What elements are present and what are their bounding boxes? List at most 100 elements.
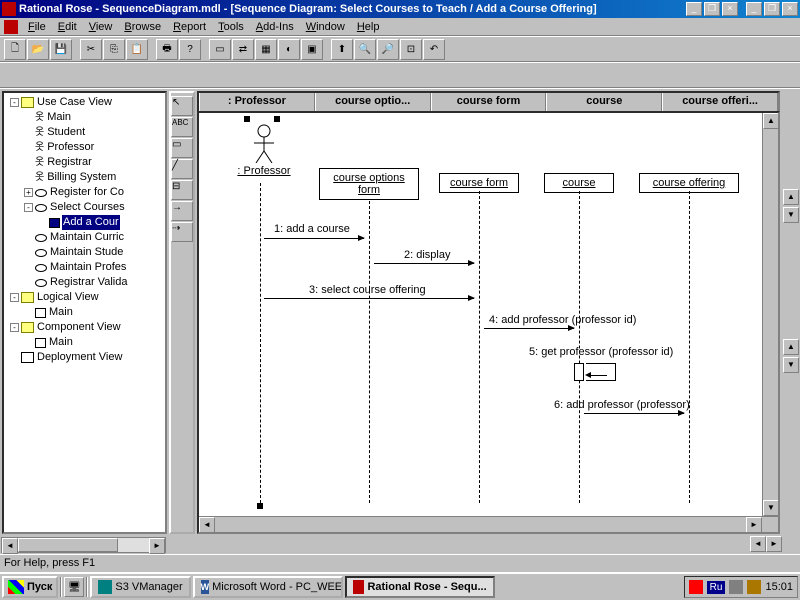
diagram-vscroll[interactable]: ▲ ▼ xyxy=(762,113,778,516)
tree-item[interactable]: +Register for Co xyxy=(6,185,163,200)
scroll-right-icon[interactable]: ► xyxy=(149,538,165,554)
col-course[interactable]: course xyxy=(546,93,662,111)
print-button[interactable]: 🖶 xyxy=(156,39,178,60)
tree-item[interactable]: Maintain Profes xyxy=(6,260,163,275)
message-tool[interactable]: → xyxy=(171,201,193,221)
tree-item[interactable]: Maintain Curric xyxy=(6,230,163,245)
doc-minimize-button[interactable]: _ xyxy=(686,2,702,16)
doc-restore-button[interactable]: ❐ xyxy=(704,2,720,16)
task-word[interactable]: W Microsoft Word - PC_WEE... xyxy=(193,576,343,598)
tree-item[interactable]: 옷Main xyxy=(6,110,163,125)
scroll-left-icon[interactable]: ◄ xyxy=(199,517,215,533)
expand-toggle[interactable]: - xyxy=(10,98,19,107)
browse-state-button[interactable]: ◐ xyxy=(278,39,300,60)
cut-button[interactable]: ✂ xyxy=(80,39,102,60)
undo-fit-button[interactable]: ↶ xyxy=(423,39,445,60)
col-course-options[interactable]: course optio... xyxy=(315,93,431,111)
menu-report[interactable]: Report xyxy=(167,20,212,34)
tray-icon[interactable] xyxy=(747,580,761,594)
tray-icon[interactable] xyxy=(729,580,743,594)
menu-file[interactable]: File xyxy=(22,20,52,34)
tree-item[interactable]: -Select Courses xyxy=(6,200,163,215)
scroll-up-icon[interactable]: ▲ xyxy=(763,113,779,129)
object-course-options-form[interactable]: course options form xyxy=(319,168,419,200)
tree-item[interactable]: Registrar Valida xyxy=(6,275,163,290)
expand-toggle[interactable]: - xyxy=(24,203,33,212)
new-button[interactable]: 🗋 xyxy=(4,39,26,60)
tree-item[interactable]: 옷Registrar xyxy=(6,155,163,170)
scroll-thumb[interactable] xyxy=(18,538,118,552)
selection-tool[interactable]: ↖ xyxy=(171,96,193,116)
scroll-down-icon[interactable]: ▼ xyxy=(783,357,799,373)
col-course-offering[interactable]: course offeri... xyxy=(662,93,778,111)
tree-item[interactable]: Maintain Stude xyxy=(6,245,163,260)
actor-professor[interactable]: : Professor xyxy=(229,123,299,177)
msg-6-arrow[interactable] xyxy=(584,413,684,414)
browser-tree[interactable]: -Use Case View옷Main옷Student옷Professor옷Re… xyxy=(4,93,165,367)
menu-browse[interactable]: Browse xyxy=(118,20,167,34)
menu-window[interactable]: Window xyxy=(300,20,351,34)
menu-tools[interactable]: Tools xyxy=(212,20,250,34)
mdi-vscroll[interactable]: ▲ ▼ ▲ ▼ xyxy=(782,89,800,536)
expand-toggle[interactable]: - xyxy=(10,323,19,332)
browse-deploy-button[interactable]: ▣ xyxy=(301,39,323,60)
scroll-left-icon[interactable]: ◄ xyxy=(750,536,766,552)
return-message-tool[interactable]: ⇢ xyxy=(171,222,193,242)
tree-item[interactable]: -Component View xyxy=(6,320,163,335)
tree-item[interactable]: Main xyxy=(6,305,163,320)
activation-course[interactable] xyxy=(574,363,584,381)
tree-item[interactable]: 옷Billing System xyxy=(6,170,163,185)
mdi-hscroll[interactable]: ◄ ► xyxy=(750,536,800,554)
object-course-offering[interactable]: course offering xyxy=(639,173,739,193)
selection-handle[interactable] xyxy=(244,116,250,122)
language-indicator[interactable]: Ru xyxy=(707,581,726,594)
tree-item[interactable]: Main xyxy=(6,335,163,350)
object-course[interactable]: course xyxy=(544,173,614,193)
parent-button[interactable]: ⬆ xyxy=(331,39,353,60)
sequence-diagram-canvas[interactable]: : Professor course options form course f… xyxy=(197,111,780,534)
close-button[interactable]: × xyxy=(782,2,798,16)
msg-3-arrow[interactable] xyxy=(264,298,474,299)
msg-1-arrow[interactable] xyxy=(264,238,364,239)
browse-component-button[interactable]: ▦ xyxy=(255,39,277,60)
tree-item[interactable]: Add a Cour xyxy=(6,215,163,230)
menu-view[interactable]: View xyxy=(83,20,119,34)
restore-button[interactable]: ❐ xyxy=(764,2,780,16)
col-professor[interactable]: : Professor xyxy=(199,93,315,111)
selection-handle[interactable] xyxy=(274,116,280,122)
expand-toggle[interactable]: - xyxy=(10,293,19,302)
msg-2-arrow[interactable] xyxy=(374,263,474,264)
note-tool[interactable]: ▭ xyxy=(171,138,193,158)
minimize-button[interactable]: _ xyxy=(746,2,762,16)
fit-button[interactable]: ⊡ xyxy=(400,39,422,60)
tree-item[interactable]: Deployment View xyxy=(6,350,163,365)
copy-button[interactable]: ⎘ xyxy=(103,39,125,60)
scroll-right-icon[interactable]: ► xyxy=(766,536,782,552)
paste-button[interactable]: 📋 xyxy=(126,39,148,60)
clock[interactable]: 15:01 xyxy=(765,581,793,593)
tree-item[interactable]: -Logical View xyxy=(6,290,163,305)
zoom-out-button[interactable]: 🔎 xyxy=(377,39,399,60)
quicklaunch-icon[interactable]: 🖥 xyxy=(64,577,84,597)
scroll-down-icon[interactable]: ▼ xyxy=(783,207,799,223)
col-course-form[interactable]: course form xyxy=(431,93,547,111)
anchor-tool[interactable]: ╱ xyxy=(171,159,193,179)
diagram-hscroll[interactable]: ◄ ► xyxy=(199,516,778,532)
save-button[interactable]: 💾 xyxy=(50,39,72,60)
doc-close-button[interactable]: × xyxy=(722,2,738,16)
object-tool[interactable]: ⊟ xyxy=(171,180,193,200)
expand-toggle[interactable]: + xyxy=(24,188,33,197)
tree-item[interactable]: 옷Professor xyxy=(6,140,163,155)
object-course-form[interactable]: course form xyxy=(439,173,519,193)
scroll-up-icon[interactable]: ▲ xyxy=(783,189,799,205)
menu-edit[interactable]: Edit xyxy=(52,20,83,34)
tree-item[interactable]: 옷Student xyxy=(6,125,163,140)
open-button[interactable]: 📂 xyxy=(27,39,49,60)
scroll-up-icon[interactable]: ▲ xyxy=(783,339,799,355)
browse-class-button[interactable]: ▭ xyxy=(209,39,231,60)
tray-icon[interactable] xyxy=(689,580,703,594)
help-context-button[interactable]: ? xyxy=(179,39,201,60)
selection-handle[interactable] xyxy=(257,503,263,509)
menu-addins[interactable]: Add-Ins xyxy=(250,20,300,34)
menu-help[interactable]: Help xyxy=(351,20,386,34)
